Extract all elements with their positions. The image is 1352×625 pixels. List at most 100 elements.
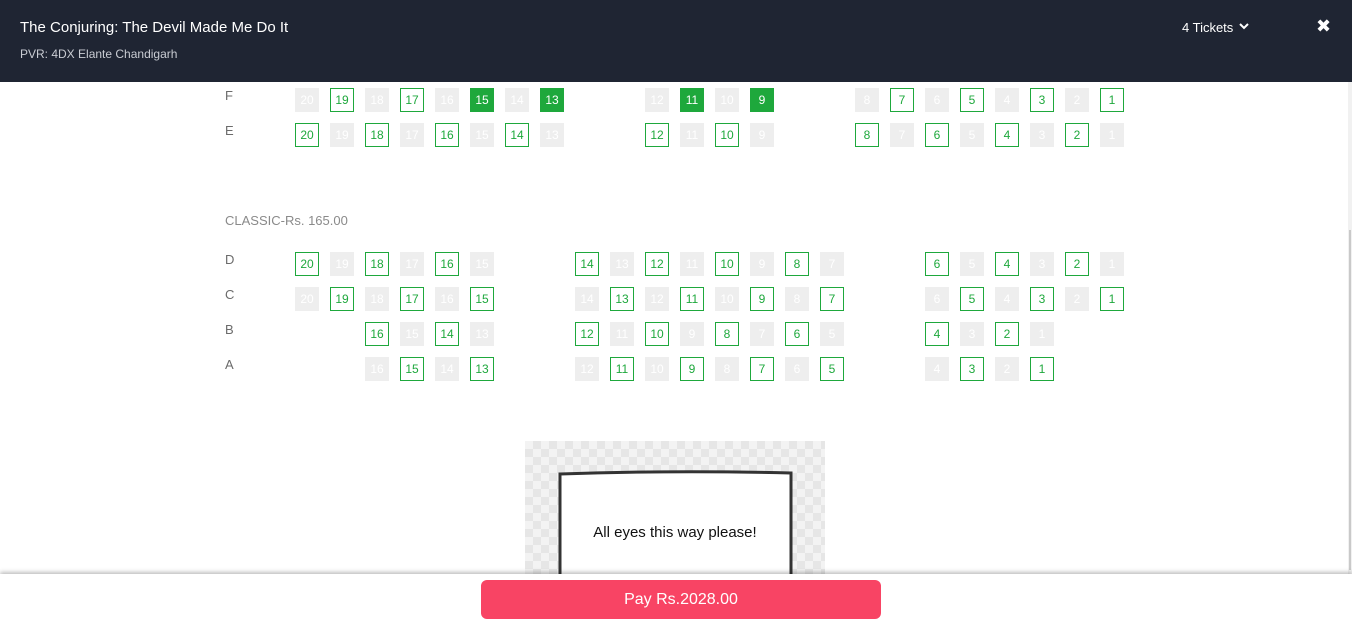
seat-d-1: 1 xyxy=(1100,252,1124,276)
seat-b-5: 5 xyxy=(820,322,844,346)
seat-c-7[interactable]: 7 xyxy=(820,287,844,311)
seat-c-19[interactable]: 19 xyxy=(330,287,354,311)
seat-b-16[interactable]: 16 xyxy=(365,322,389,346)
seat-b-6[interactable]: 6 xyxy=(785,322,809,346)
ticket-count-label: 4 Tickets xyxy=(1182,20,1234,35)
seat-d-6[interactable]: 6 xyxy=(925,252,949,276)
close-icon[interactable]: ✖ xyxy=(1316,16,1331,37)
seat-d-18[interactable]: 18 xyxy=(365,252,389,276)
screen-text: All eyes this way please! xyxy=(593,524,757,541)
seat-e-3: 3 xyxy=(1030,123,1054,147)
seat-a-1[interactable]: 1 xyxy=(1030,357,1054,381)
seat-d-15: 15 xyxy=(470,252,494,276)
seat-f-3[interactable]: 3 xyxy=(1030,88,1054,112)
seat-e-4[interactable]: 4 xyxy=(995,123,1019,147)
movie-title: The Conjuring: The Devil Made Me Do It xyxy=(20,19,289,36)
seat-b-3: 3 xyxy=(960,322,984,346)
seat-d-14[interactable]: 14 xyxy=(575,252,599,276)
seat-b-15: 15 xyxy=(400,322,424,346)
row-label-b: B xyxy=(225,322,234,337)
seat-f-11[interactable]: 11 xyxy=(680,88,704,112)
seat-a-7[interactable]: 7 xyxy=(750,357,774,381)
seat-e-16[interactable]: 16 xyxy=(435,123,459,147)
seat-f-15[interactable]: 15 xyxy=(470,88,494,112)
seat-d-8[interactable]: 8 xyxy=(785,252,809,276)
seat-e-10[interactable]: 10 xyxy=(715,123,739,147)
seat-b-12[interactable]: 12 xyxy=(575,322,599,346)
seat-d-16[interactable]: 16 xyxy=(435,252,459,276)
seat-b-10[interactable]: 10 xyxy=(645,322,669,346)
seat-a-11[interactable]: 11 xyxy=(610,357,634,381)
seat-d-12[interactable]: 12 xyxy=(645,252,669,276)
seat-e-12[interactable]: 12 xyxy=(645,123,669,147)
seat-a-14: 14 xyxy=(435,357,459,381)
seat-e-15: 15 xyxy=(470,123,494,147)
seat-c-10: 10 xyxy=(715,287,739,311)
seat-d-4[interactable]: 4 xyxy=(995,252,1019,276)
pay-button[interactable]: Pay Rs.2028.00 xyxy=(481,580,881,619)
seat-f-20: 20 xyxy=(295,88,319,112)
seat-b-11: 11 xyxy=(610,322,634,346)
seat-a-10: 10 xyxy=(645,357,669,381)
seat-a-4: 4 xyxy=(925,357,949,381)
seat-f-12: 12 xyxy=(645,88,669,112)
seat-f-2: 2 xyxy=(1065,88,1089,112)
seat-c-12: 12 xyxy=(645,287,669,311)
seat-d-7: 7 xyxy=(820,252,844,276)
seat-c-13[interactable]: 13 xyxy=(610,287,634,311)
seat-a-3[interactable]: 3 xyxy=(960,357,984,381)
seat-c-11[interactable]: 11 xyxy=(680,287,704,311)
seat-e-20[interactable]: 20 xyxy=(295,123,319,147)
row-label-c: C xyxy=(225,287,235,302)
seat-d-17: 17 xyxy=(400,252,424,276)
seat-c-4: 4 xyxy=(995,287,1019,311)
seat-d-5: 5 xyxy=(960,252,984,276)
seat-a-16: 16 xyxy=(365,357,389,381)
seat-e-7: 7 xyxy=(890,123,914,147)
seat-f-5[interactable]: 5 xyxy=(960,88,984,112)
seat-e-14[interactable]: 14 xyxy=(505,123,529,147)
seat-c-1[interactable]: 1 xyxy=(1100,287,1124,311)
seat-b-14[interactable]: 14 xyxy=(435,322,459,346)
seat-f-13[interactable]: 13 xyxy=(540,88,564,112)
seat-b-8[interactable]: 8 xyxy=(715,322,739,346)
seat-f-19[interactable]: 19 xyxy=(330,88,354,112)
seat-d-2[interactable]: 2 xyxy=(1065,252,1089,276)
section-label-classic: CLASSIC-Rs. 165.00 xyxy=(225,213,348,228)
seat-d-10[interactable]: 10 xyxy=(715,252,739,276)
seat-d-3: 3 xyxy=(1030,252,1054,276)
seat-f-4: 4 xyxy=(995,88,1019,112)
seat-e-18[interactable]: 18 xyxy=(365,123,389,147)
seat-f-1[interactable]: 1 xyxy=(1100,88,1124,112)
seat-e-17: 17 xyxy=(400,123,424,147)
seat-f-8: 8 xyxy=(855,88,879,112)
scrollbar-thumb[interactable] xyxy=(1349,230,1351,570)
seat-e-1: 1 xyxy=(1100,123,1124,147)
seat-b-4[interactable]: 4 xyxy=(925,322,949,346)
seat-e-2[interactable]: 2 xyxy=(1065,123,1089,147)
seat-a-5[interactable]: 5 xyxy=(820,357,844,381)
seat-a-2: 2 xyxy=(995,357,1019,381)
seat-a-9[interactable]: 9 xyxy=(680,357,704,381)
seat-b-2[interactable]: 2 xyxy=(995,322,1019,346)
seat-c-8: 8 xyxy=(785,287,809,311)
seat-c-9[interactable]: 9 xyxy=(750,287,774,311)
ticket-count-dropdown[interactable]: 4 Tickets xyxy=(1182,20,1250,35)
seat-c-17[interactable]: 17 xyxy=(400,287,424,311)
seat-c-15[interactable]: 15 xyxy=(470,287,494,311)
seat-d-20[interactable]: 20 xyxy=(295,252,319,276)
seat-a-13[interactable]: 13 xyxy=(470,357,494,381)
seat-f-7[interactable]: 7 xyxy=(890,88,914,112)
seat-e-6[interactable]: 6 xyxy=(925,123,949,147)
seat-e-5: 5 xyxy=(960,123,984,147)
seat-a-6: 6 xyxy=(785,357,809,381)
seat-c-3[interactable]: 3 xyxy=(1030,287,1054,311)
seat-e-19: 19 xyxy=(330,123,354,147)
seat-a-12: 12 xyxy=(575,357,599,381)
seat-f-9[interactable]: 9 xyxy=(750,88,774,112)
seat-c-5[interactable]: 5 xyxy=(960,287,984,311)
seat-c-2: 2 xyxy=(1065,287,1089,311)
seat-a-15[interactable]: 15 xyxy=(400,357,424,381)
seat-e-8[interactable]: 8 xyxy=(855,123,879,147)
seat-f-17[interactable]: 17 xyxy=(400,88,424,112)
